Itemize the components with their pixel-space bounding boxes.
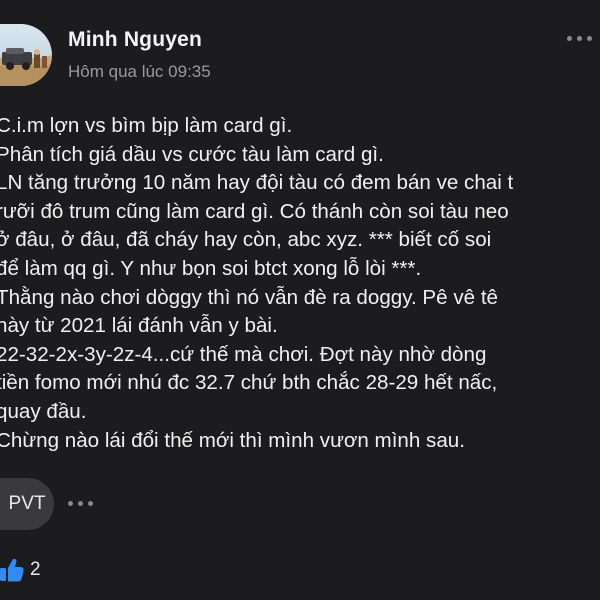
reply-row: PVT [0, 478, 200, 532]
thumbs-up-icon[interactable] [0, 557, 24, 583]
post-line: C.i.m lợn vs bìm bịp làm card gì. [0, 114, 293, 137]
post-line: 22-32-2x-3y-2z-4...cứ thế mà chơi. Đợt n… [0, 342, 487, 366]
more-horizontal-icon[interactable] [68, 501, 93, 506]
post-header: Minh Nguyen Hôm qua lúc 09:35 [0, 0, 600, 96]
post-line: quay đầu. [0, 399, 87, 423]
post-content: C.i.m lợn vs bìm bịp làm card gì. Phân t… [0, 112, 600, 455]
post-line: LN tăng trưởng 10 năm hay đội tàu có đem… [0, 171, 514, 195]
post-line: rưỡi đô trum cũng làm card gì. Có thánh … [0, 199, 509, 223]
commenter-badge[interactable]: PVT [0, 478, 54, 530]
author-avatar[interactable] [0, 24, 52, 86]
post-line: này từ 2021 lái đánh vẫn y bài. [0, 314, 278, 338]
avatar-photo [0, 24, 52, 86]
post-line: Phân tích giá dầu vs cước tàu làm card g… [0, 142, 384, 166]
post-line: để làm qq gì. Y như bọn soi btct xong lỗ… [0, 256, 422, 280]
post-timestamp[interactable]: Hôm qua lúc 09:35 [68, 62, 211, 82]
more-horizontal-icon[interactable] [567, 26, 600, 50]
post-line: Thằng nào chơi dòggy thì nó vẫn đè ra do… [0, 285, 498, 309]
like-count: 2 [30, 559, 41, 580]
post-line: ở đâu, ở đâu, đã cháy hay còn, abc xyz. … [0, 228, 492, 252]
post-line: tiền fomo mới nhú đc 32.7 chứ bth chắc 2… [0, 371, 498, 395]
author-name[interactable]: Minh Nguyen [68, 28, 202, 52]
thumbs-up-glyph [0, 558, 24, 582]
reaction-row: 2 [0, 556, 200, 586]
post-card: Minh Nguyen Hôm qua lúc 09:35 C.i.m lợn … [0, 0, 600, 600]
post-line: Chừng nào lái đổi thế mới thì mình vươn … [0, 428, 465, 452]
